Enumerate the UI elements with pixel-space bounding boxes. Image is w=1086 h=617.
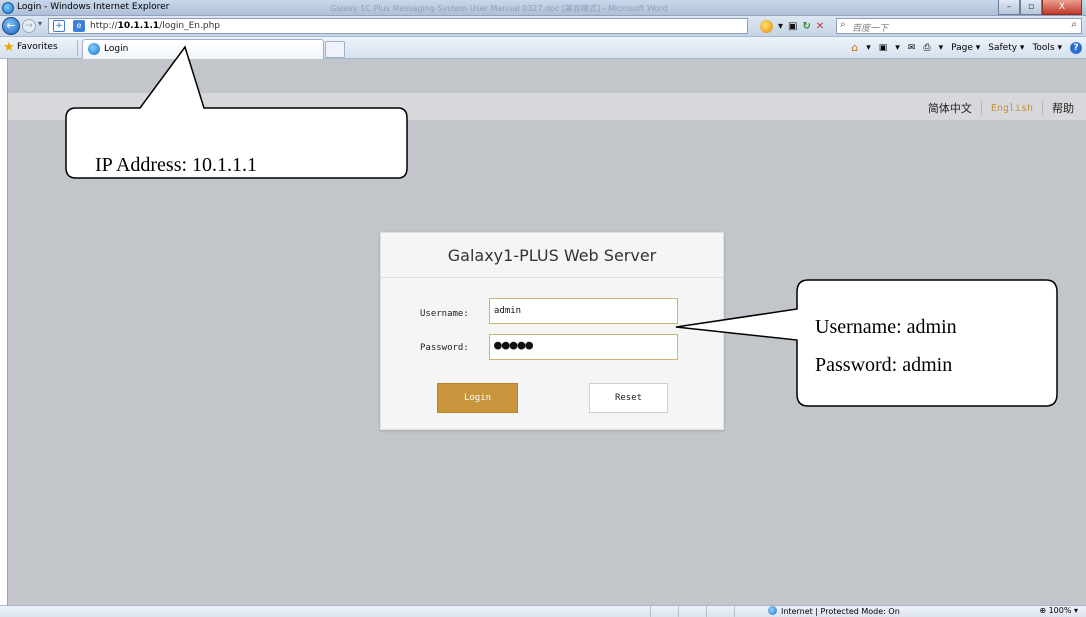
- zoom-level[interactable]: ⊕ 100% ▾: [1039, 606, 1078, 615]
- language-bar: 简体中文 English 帮助: [8, 93, 1086, 121]
- address-url[interactable]: http://10.1.1.1/login_En.php: [90, 21, 220, 31]
- dropdown-icon[interactable]: ▾: [778, 21, 783, 32]
- search-provider-icon: ⌕: [840, 19, 846, 30]
- status-panel: [678, 606, 706, 617]
- page-header-strip: [8, 59, 1086, 93]
- feeds-icon[interactable]: ▣: [879, 43, 888, 53]
- forward-arrow-icon[interactable]: →: [22, 19, 36, 33]
- compatibility-view-icon[interactable]: [760, 19, 773, 33]
- page-icon: e: [73, 20, 85, 32]
- recent-pages-dropdown-icon[interactable]: ▾: [38, 19, 42, 28]
- login-title: Galaxy1-PLUS Web Server: [381, 233, 723, 278]
- navigation-bar: ← → ▾ + e http://10.1.1.1/login_En.php ▾…: [0, 16, 1086, 37]
- globe-icon: [768, 606, 777, 615]
- stop-icon[interactable]: ✕: [816, 21, 824, 32]
- page-menu[interactable]: Page ▾: [951, 43, 980, 53]
- close-button[interactable]: X: [1042, 0, 1082, 15]
- dropdown-icon[interactable]: ▾: [939, 43, 944, 53]
- address-bar[interactable]: + e http://10.1.1.1/login_En.php: [48, 18, 748, 34]
- status-panel: [734, 606, 762, 617]
- username-field[interactable]: admin: [489, 298, 678, 324]
- help-icon[interactable]: ?: [1070, 41, 1082, 54]
- safety-menu[interactable]: Safety ▾: [988, 43, 1024, 53]
- internet-explorer-icon: [2, 2, 14, 14]
- refresh-icon[interactable]: ↻: [802, 21, 810, 32]
- maximize-button[interactable]: ▫: [1020, 0, 1042, 15]
- username-label: Username:: [420, 309, 469, 319]
- back-arrow-icon[interactable]: ←: [2, 17, 20, 35]
- username-callout-text: Username: admin: [815, 316, 957, 338]
- language-links: 简体中文 English 帮助: [928, 100, 1074, 116]
- address-actions: ▾ ▣ ↻ ✕: [760, 18, 824, 34]
- login-card: Galaxy1-PLUS Web Server Username: admin …: [380, 232, 724, 430]
- home-icon[interactable]: ⌂: [851, 41, 858, 54]
- security-zone[interactable]: Internet | Protected Mode: On: [768, 606, 900, 616]
- command-bar: ⌂ ▾ ▣ ▾ ✉ ⎙ ▾ Page ▾ Safety ▾ Tools ▾ ?: [851, 41, 1082, 54]
- login-button[interactable]: Login: [437, 383, 518, 413]
- language-english-link[interactable]: English: [991, 103, 1033, 114]
- background-window-title: Galaxy 1C Plus Messaging System User Man…: [330, 4, 668, 13]
- status-bar: Internet | Protected Mode: On ⊕ 100% ▾: [0, 605, 1086, 617]
- minimize-button[interactable]: –: [998, 0, 1020, 15]
- password-callout-text: Password: admin: [815, 354, 953, 376]
- reset-button[interactable]: Reset: [589, 383, 668, 413]
- divider: [77, 40, 78, 56]
- window-title: Login - Windows Internet Explorer: [17, 2, 170, 12]
- ip-callout-text: IP Address: 10.1.1.1: [95, 154, 258, 176]
- tab-login[interactable]: Login: [82, 39, 324, 59]
- search-box[interactable]: ⌕ 百度一下 ⌕: [836, 18, 1082, 34]
- dropdown-icon[interactable]: ▾: [866, 43, 871, 53]
- tools-menu[interactable]: Tools ▾: [1032, 43, 1062, 53]
- dropdown-icon[interactable]: ▾: [895, 43, 900, 53]
- add-site-icon[interactable]: +: [53, 20, 65, 32]
- rss-feed-icon[interactable]: ▣: [788, 21, 797, 32]
- star-icon[interactable]: ★: [3, 40, 15, 55]
- favorites-bar: ★ Favorites Login ⌂ ▾ ▣ ▾ ✉ ⎙ ▾ Page ▾ S…: [0, 37, 1086, 59]
- divider: [1042, 101, 1043, 115]
- search-icon[interactable]: ⌕: [1071, 19, 1077, 30]
- tab-label: Login: [104, 44, 129, 54]
- mail-icon[interactable]: ✉: [908, 43, 916, 53]
- search-placeholder: 百度一下: [852, 24, 889, 34]
- status-panel: [650, 606, 678, 617]
- password-label: Password:: [420, 343, 469, 353]
- divider: [980, 101, 982, 115]
- language-chinese-link[interactable]: 简体中文: [928, 100, 972, 116]
- new-tab-button[interactable]: [325, 41, 345, 58]
- status-panel: [706, 606, 734, 617]
- print-icon[interactable]: ⎙: [923, 43, 930, 53]
- password-field[interactable]: ●●●●●: [489, 334, 678, 360]
- window-titlebar: Login - Windows Internet Explorer Galaxy…: [0, 0, 1086, 16]
- window-controls: – ▫ X: [998, 0, 1082, 15]
- help-link[interactable]: 帮助: [1052, 100, 1074, 116]
- status-panels: [650, 606, 762, 617]
- favorites-button[interactable]: Favorites: [17, 42, 58, 52]
- internet-explorer-icon: [88, 43, 100, 55]
